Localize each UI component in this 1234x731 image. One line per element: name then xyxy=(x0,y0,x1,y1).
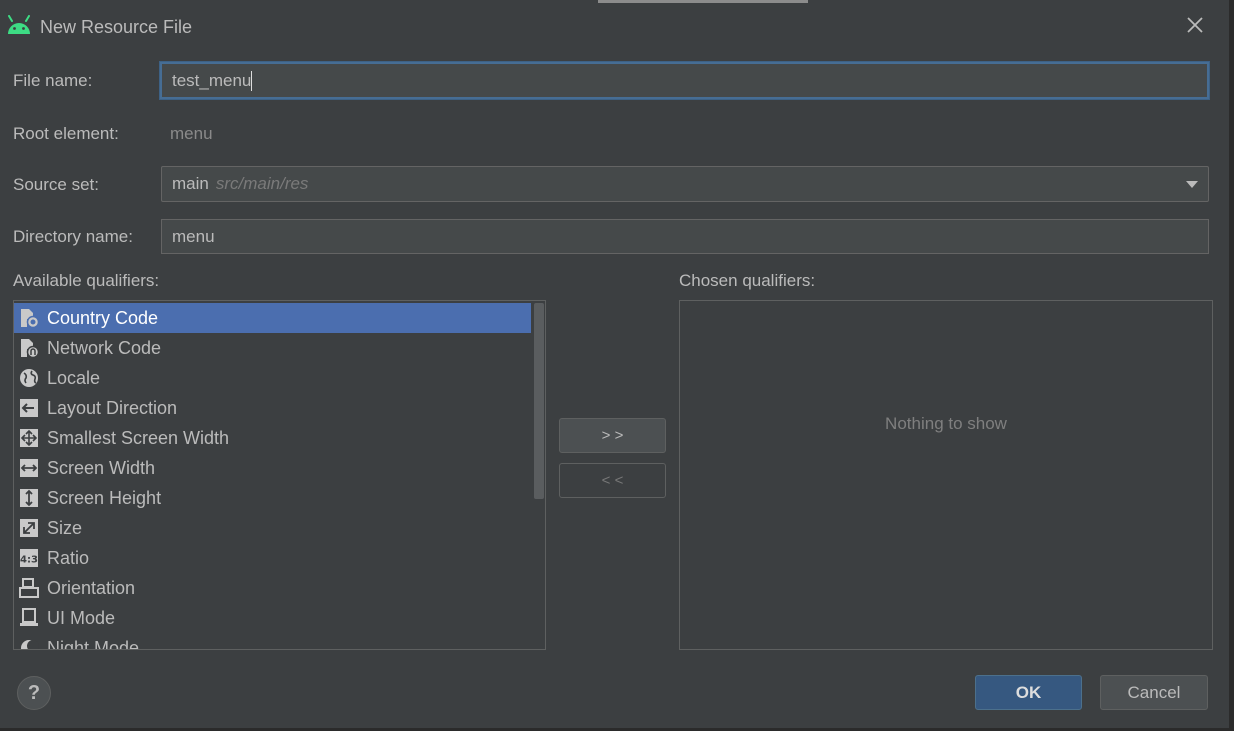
source-set-value: main xyxy=(172,174,209,193)
chosen-qualifiers-label: Chosen qualifiers: xyxy=(679,271,816,290)
list-item-ui-mode[interactable]: UI Mode xyxy=(14,603,531,633)
title-bar: New Resource File xyxy=(0,0,1229,52)
list-item-label: Network Code xyxy=(47,337,162,358)
list-item-label: Ratio xyxy=(47,547,90,568)
list-item-night-mode[interactable]: Night Mode xyxy=(14,633,531,650)
list-item-label: Night Mode xyxy=(47,637,140,650)
file-name-label: File name: xyxy=(13,71,93,90)
dialog-title: New Resource File xyxy=(40,17,193,37)
size-icon xyxy=(18,517,40,539)
list-item-size[interactable]: Size xyxy=(14,513,531,543)
help-button[interactable]: ? xyxy=(17,676,51,710)
list-item-label: Screen Width xyxy=(47,457,156,478)
file-name-value: test_menu xyxy=(172,70,252,90)
available-qualifiers-label: Available qualifiers: xyxy=(13,271,160,290)
list-item-label: Screen Height xyxy=(47,487,162,508)
list-item-orientation[interactable]: Orientation xyxy=(14,573,531,603)
list-item-screen-width[interactable]: Screen Width xyxy=(14,453,531,483)
list-item-label: UI Mode xyxy=(47,607,116,628)
list-item-locale[interactable]: Locale xyxy=(14,363,531,393)
list-scrollbar[interactable] xyxy=(533,301,545,649)
list-item-layout-direction[interactable]: Layout Direction xyxy=(14,393,531,423)
chevron-down-icon xyxy=(1186,181,1198,188)
list-item-label: Smallest Screen Width xyxy=(47,427,230,448)
list-item-label: Country Code xyxy=(47,307,159,328)
ok-button[interactable]: OK xyxy=(975,675,1082,710)
list-item-label: Layout Direction xyxy=(47,397,178,418)
svg-text:4:3: 4:3 xyxy=(20,555,38,566)
screen-height-icon xyxy=(18,487,40,509)
directory-name-input[interactable]: menu xyxy=(161,219,1209,254)
available-qualifiers-list[interactable]: Country Code Network Code Locale Layout … xyxy=(13,300,546,650)
text-caret xyxy=(251,70,253,91)
orientation-icon xyxy=(18,577,40,599)
root-element-value: menu xyxy=(170,124,213,143)
night-mode-icon xyxy=(18,637,40,649)
directory-name-label: Directory name: xyxy=(13,227,133,246)
ui-mode-icon xyxy=(18,607,40,629)
list-item-country-code[interactable]: Country Code xyxy=(14,303,531,333)
remove-qualifier-button[interactable]: < < xyxy=(559,463,666,498)
empty-state-text: Nothing to show xyxy=(885,414,1007,433)
source-set-dropdown[interactable]: main src/main/res xyxy=(161,166,1209,202)
list-item-label: Locale xyxy=(47,367,101,388)
new-resource-file-dialog: New Resource File File name: test_menu R… xyxy=(0,0,1230,728)
list-item-label: Size xyxy=(47,517,83,538)
cancel-button[interactable]: Cancel xyxy=(1100,675,1208,710)
ratio-icon: 4:3 xyxy=(18,547,40,569)
directory-name-value: menu xyxy=(172,226,215,246)
country-code-icon xyxy=(18,307,40,329)
list-item-ratio[interactable]: 4:3 Ratio xyxy=(14,543,531,573)
network-code-icon xyxy=(18,337,40,359)
chosen-qualifiers-list[interactable]: Nothing to show xyxy=(679,300,1213,650)
add-qualifier-button[interactable]: > > xyxy=(559,418,666,453)
layout-direction-icon xyxy=(18,397,40,419)
root-element-label: Root element: xyxy=(13,124,119,143)
close-icon[interactable] xyxy=(1182,12,1208,38)
smallest-width-icon xyxy=(18,427,40,449)
screen-width-icon xyxy=(18,457,40,479)
globe-icon xyxy=(18,367,40,389)
source-set-path-hint: src/main/res xyxy=(215,174,309,193)
scrollbar-thumb[interactable] xyxy=(534,303,544,499)
list-item-label: Orientation xyxy=(47,577,136,598)
list-item-smallest-screen-width[interactable]: Smallest Screen Width xyxy=(14,423,531,453)
list-item-network-code[interactable]: Network Code xyxy=(14,333,531,363)
source-set-label: Source set: xyxy=(13,175,99,194)
list-item-screen-height[interactable]: Screen Height xyxy=(14,483,531,513)
android-icon xyxy=(8,15,30,34)
file-name-input[interactable]: test_menu xyxy=(160,62,1209,99)
